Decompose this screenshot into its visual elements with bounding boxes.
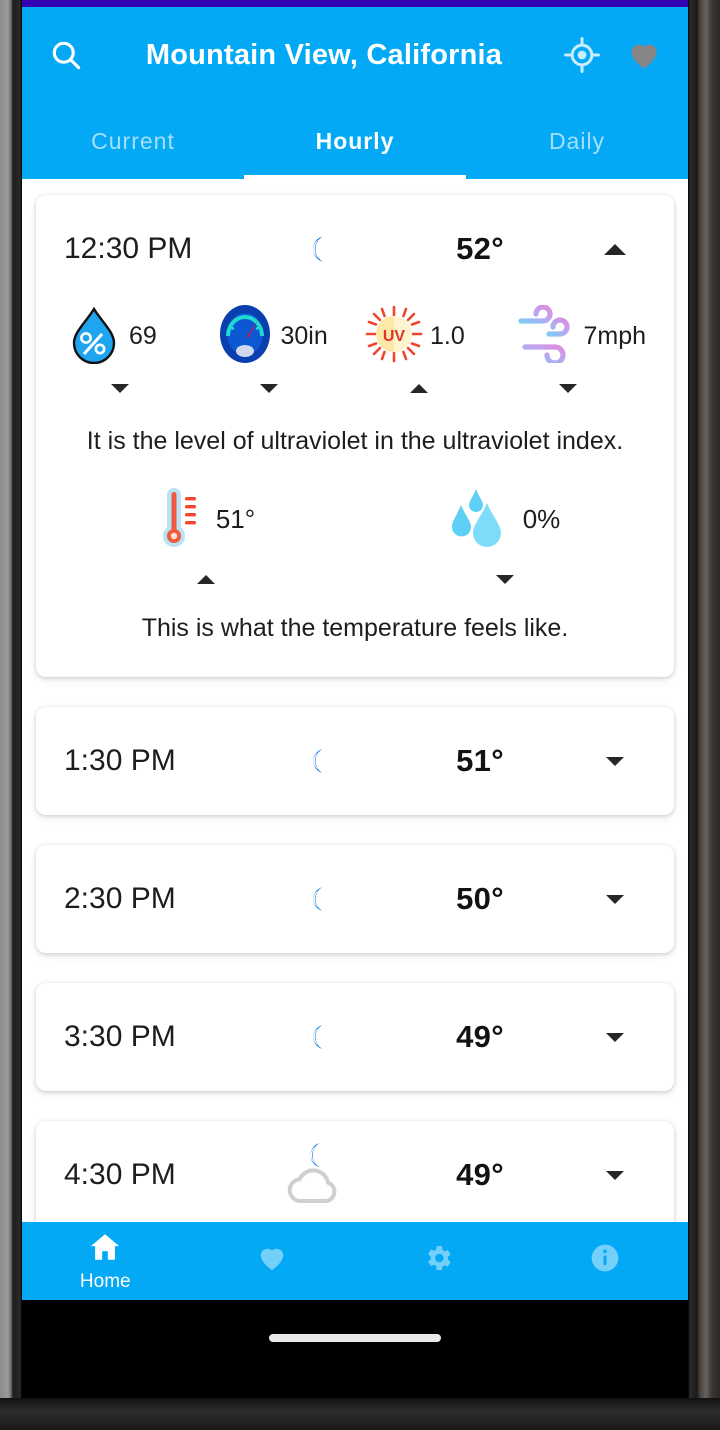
page-title: Mountain View, California [145, 38, 503, 71]
favorite-heart-icon[interactable] [622, 33, 666, 77]
hour-card[interactable]: 4:30 PM 49° [36, 1121, 674, 1229]
hour-card-expanded[interactable]: 12:30 PM 52° 69 30in UV 1.0 7mph It is t… [36, 195, 674, 677]
tab-bar: Current Hourly Daily [22, 103, 688, 179]
crescent-moon-icon [256, 1021, 376, 1053]
gesture-navigation-area [22, 1300, 688, 1398]
device-frame: Mountain View, California Current Hourly… [0, 0, 720, 1430]
tab-hourly[interactable]: Hourly [244, 103, 466, 179]
thermometer-icon [156, 484, 202, 555]
tab-current[interactable]: Current [22, 103, 244, 179]
secondary-carets-row [36, 555, 674, 584]
crescent-moon-icon [256, 232, 376, 266]
hour-temperature: 49° [456, 1157, 504, 1192]
metric-wind-caret-down-icon[interactable] [507, 384, 657, 393]
hour-row-header[interactable]: 12:30 PM 52° [36, 195, 674, 303]
hour-time: 12:30 PM [64, 232, 193, 265]
humidity-droplet-icon [66, 304, 122, 369]
metric-uv-value: 1.0 [430, 322, 465, 350]
nav-item-info[interactable] [522, 1222, 689, 1300]
metric-pressure-value: 30in [280, 322, 328, 350]
collapse-caret-up-icon[interactable] [584, 243, 646, 255]
gear-icon [422, 1242, 454, 1279]
metric-uv-index[interactable]: UV 1.0 [357, 305, 507, 368]
my-location-icon[interactable] [560, 33, 604, 77]
crescent-moon-cloud-icon [256, 1139, 376, 1211]
metrics-row: 69 30in UV 1.0 7mph [36, 303, 674, 370]
metric-feels-like[interactable]: 51° [56, 484, 355, 555]
nav-item-favorites[interactable] [189, 1222, 356, 1300]
app-bar: Mountain View, California [22, 7, 688, 103]
home-icon [88, 1230, 122, 1269]
hour-temperature: 51° [456, 743, 504, 778]
metric-humidity[interactable]: 69 [58, 304, 208, 369]
hour-time: 2:30 PM [64, 882, 176, 915]
bottom-navigation-bar: Home [22, 1222, 688, 1300]
barometer-icon [216, 303, 274, 370]
hour-time: 4:30 PM [64, 1158, 176, 1191]
expand-caret-down-icon[interactable] [584, 1032, 646, 1042]
nav-item-home[interactable]: Home [22, 1222, 189, 1300]
heart-icon [256, 1242, 288, 1279]
hour-row[interactable]: 1:30 PM 51° [36, 707, 674, 815]
metric-carets-row [36, 370, 674, 397]
metric-pressure-caret-down-icon[interactable] [208, 384, 358, 393]
hour-temperature: 52° [456, 231, 504, 266]
hour-row[interactable]: 4:30 PM 49° [36, 1121, 674, 1229]
expand-caret-down-icon[interactable] [584, 1170, 646, 1180]
expand-caret-down-icon[interactable] [584, 756, 646, 766]
secondary-metrics-row: 51° 0% [36, 456, 674, 555]
status-bar [22, 0, 688, 7]
hour-temperature: 50° [456, 881, 504, 916]
metric-wind[interactable]: 7mph [507, 304, 657, 368]
secondary-description: This is what the temperature feels like. [141, 614, 569, 642]
crescent-moon-icon [256, 883, 376, 915]
hourly-forecast-list[interactable]: 12:30 PM 52° 69 30in UV 1.0 7mph It is t… [22, 179, 688, 1298]
hour-time: 1:30 PM [64, 744, 176, 777]
hour-card[interactable]: 3:30 PM 49° [36, 983, 674, 1091]
hour-row[interactable]: 3:30 PM 49° [36, 983, 674, 1091]
metric-precipitation-caret-down-icon[interactable] [355, 575, 654, 584]
metric-uv-caret-up-icon[interactable] [357, 384, 507, 393]
nav-item-home-label: Home [79, 1270, 131, 1292]
device-bottom-bezel [0, 1398, 720, 1430]
hour-temperature: 49° [456, 1019, 504, 1054]
metric-feels-like-value: 51° [215, 504, 256, 534]
hour-card[interactable]: 1:30 PM 51° [36, 707, 674, 815]
hour-card[interactable]: 2:30 PM 50° [36, 845, 674, 953]
metric-description: It is the level of ultraviolet in the ul… [86, 427, 624, 455]
expand-caret-down-icon[interactable] [584, 894, 646, 904]
card-spacer [36, 643, 674, 677]
metric-precipitation[interactable]: 0% [355, 484, 654, 555]
device-screen: Mountain View, California Current Hourly… [22, 0, 688, 1398]
svg-text:UV: UV [383, 328, 406, 345]
metric-feels-like-caret-up-icon[interactable] [56, 575, 355, 584]
search-icon[interactable] [44, 33, 88, 77]
hour-time: 3:30 PM [64, 1020, 176, 1053]
hour-row[interactable]: 2:30 PM 50° [36, 845, 674, 953]
tab-daily[interactable]: Daily [466, 103, 688, 179]
metric-pressure[interactable]: 30in [208, 303, 358, 370]
metric-wind-value: 7mph [583, 322, 647, 350]
crescent-moon-icon [256, 745, 376, 777]
nav-item-settings[interactable] [355, 1222, 522, 1300]
wind-icon [515, 304, 577, 368]
uv-sun-icon: UV [365, 305, 423, 368]
gesture-bar[interactable] [269, 1334, 441, 1342]
metric-humidity-value: 69 [129, 322, 157, 350]
info-icon [589, 1242, 621, 1279]
raindrops-icon [449, 485, 509, 554]
metric-humidity-caret-down-icon[interactable] [58, 384, 208, 393]
metric-precipitation-value: 0% [522, 504, 561, 534]
